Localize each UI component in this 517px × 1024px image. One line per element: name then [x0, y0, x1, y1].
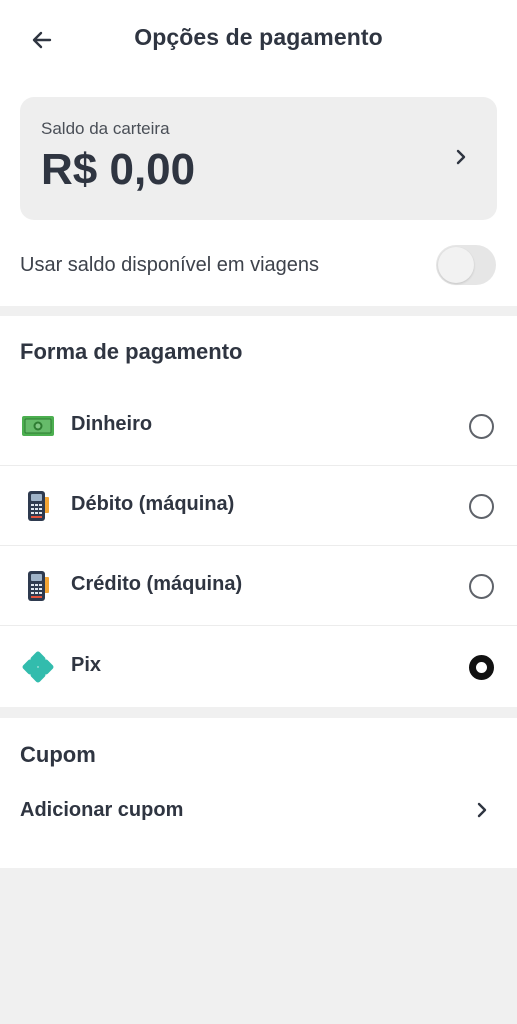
wallet-value: R$ 0,00	[41, 145, 196, 194]
radio-button-selected[interactable]	[469, 655, 494, 680]
page-title: Opções de pagamento	[134, 24, 383, 50]
payment-option-cash[interactable]: Dinheiro	[0, 386, 517, 466]
payment-option-label: Pix	[71, 654, 102, 676]
use-balance-toggle[interactable]	[436, 245, 496, 285]
radio-button[interactable]	[469, 494, 494, 519]
payment-option-credit[interactable]: Crédito (máquina)	[0, 546, 517, 626]
wallet-balance-card[interactable]: Saldo da carteira R$ 0,00	[20, 97, 497, 220]
add-coupon-row[interactable]: Adicionar cupom	[0, 798, 517, 860]
payment-option-label: Débito (máquina)	[71, 493, 235, 515]
cash-icon	[20, 408, 56, 444]
add-coupon-label: Adicionar cupom	[20, 799, 184, 821]
card-machine-icon	[20, 488, 56, 524]
payment-option-label: Dinheiro	[71, 413, 153, 435]
payment-section: Forma de pagamento Dinheiro Débito (máqu…	[0, 316, 517, 707]
coupon-section: Cupom Adicionar cupom	[0, 718, 517, 868]
payment-option-label: Crédito (máquina)	[71, 573, 243, 595]
pix-icon	[20, 649, 56, 685]
wallet-label: Saldo da carteira	[41, 119, 170, 138]
use-balance-label: Usar saldo disponível em viagens	[20, 254, 320, 276]
radio-button[interactable]	[469, 414, 494, 439]
payment-section-title: Forma de pagamento	[20, 339, 243, 364]
radio-button[interactable]	[469, 574, 494, 599]
chevron-right-icon	[477, 802, 487, 818]
wallet-section: Saldo da carteira R$ 0,00 Usar saldo dis…	[0, 80, 517, 306]
payment-option-debit[interactable]: Débito (máquina)	[0, 466, 517, 546]
card-machine-icon	[20, 568, 56, 604]
payment-option-pix[interactable]: Pix	[0, 627, 517, 707]
chevron-right-icon	[456, 149, 466, 165]
toggle-knob	[438, 247, 474, 283]
app-header: Opções de pagamento	[0, 0, 517, 80]
coupon-section-title: Cupom	[20, 742, 96, 767]
